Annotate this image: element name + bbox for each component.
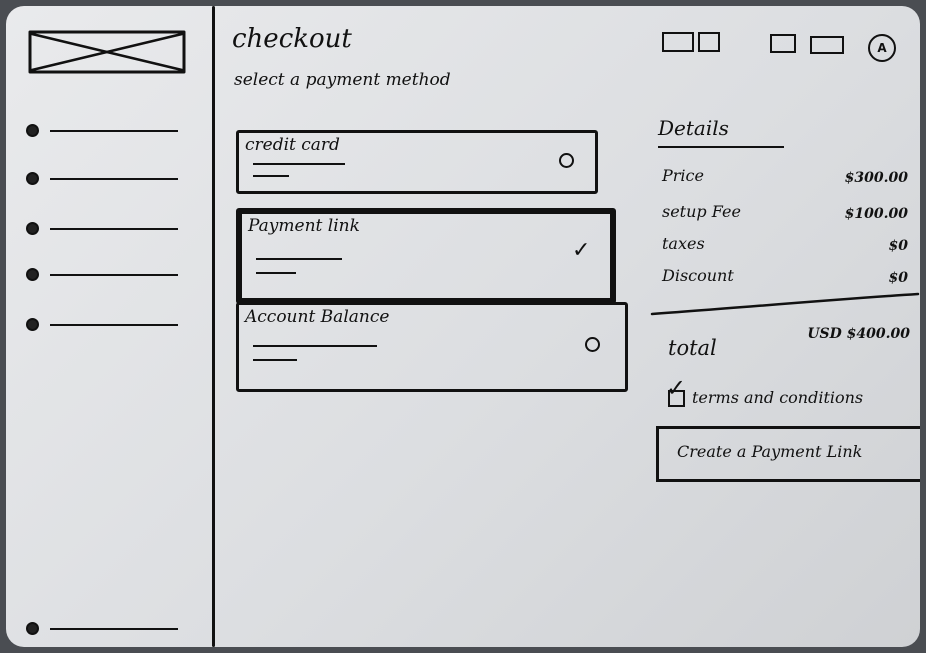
sidebar-divider bbox=[212, 6, 215, 647]
sidebar-item-label bbox=[50, 178, 178, 180]
payment-option-payment-link[interactable]: Payment link ✓ bbox=[236, 208, 616, 304]
create-payment-link-button[interactable]: Create a Payment Link bbox=[656, 426, 920, 482]
nav-dot-icon bbox=[26, 318, 39, 331]
sidebar-item-1[interactable] bbox=[26, 124, 186, 138]
radio-selected-check-icon[interactable]: ✓ bbox=[572, 238, 590, 263]
page-title: checkout bbox=[232, 24, 352, 54]
option-label: Payment link bbox=[248, 216, 360, 236]
option-underline bbox=[253, 359, 297, 361]
details-divider bbox=[650, 292, 920, 316]
sidebar-item-label bbox=[50, 228, 178, 230]
detail-label-taxes: taxes bbox=[662, 234, 705, 253]
option-underline bbox=[253, 163, 345, 165]
sidebar-item-bottom[interactable] bbox=[26, 622, 186, 636]
detail-value-price: $300.00 bbox=[844, 170, 908, 186]
whiteboard-sketch: checkout select a payment method A credi… bbox=[6, 6, 920, 647]
radio-unselected-icon[interactable] bbox=[559, 153, 574, 168]
option-underline bbox=[253, 175, 289, 177]
option-label: credit card bbox=[245, 135, 340, 155]
create-payment-link-label: Create a Payment Link bbox=[677, 442, 863, 461]
option-label: Account Balance bbox=[245, 307, 390, 327]
nav-dot-icon bbox=[26, 172, 39, 185]
sidebar-item-5[interactable] bbox=[26, 318, 186, 332]
total-value: USD $400.00 bbox=[807, 326, 910, 342]
payment-option-credit-card[interactable]: credit card bbox=[236, 130, 598, 194]
checkmark-icon: ✓ bbox=[666, 374, 687, 402]
details-title-underline bbox=[658, 146, 784, 148]
detail-label-setup-fee: setup Fee bbox=[662, 202, 741, 221]
sidebar-item-label bbox=[50, 324, 178, 326]
logo-placeholder bbox=[28, 30, 186, 74]
detail-value-taxes: $0 bbox=[888, 238, 908, 254]
flag-icon[interactable] bbox=[698, 32, 720, 52]
sidebar-item-3[interactable] bbox=[26, 222, 186, 236]
window-icon[interactable] bbox=[770, 34, 796, 53]
sidebar-item-2[interactable] bbox=[26, 172, 186, 186]
flag-icon[interactable] bbox=[662, 32, 694, 52]
detail-value-discount: $0 bbox=[888, 270, 908, 286]
sidebar-item-label bbox=[50, 274, 178, 276]
total-label: total bbox=[668, 336, 717, 360]
nav-dot-icon bbox=[26, 124, 39, 137]
option-underline bbox=[253, 345, 377, 347]
sidebar-item-4[interactable] bbox=[26, 268, 186, 282]
option-underline bbox=[256, 272, 296, 274]
sidebar-item-label bbox=[50, 628, 178, 630]
detail-label-discount: Discount bbox=[662, 266, 734, 285]
radio-unselected-icon[interactable] bbox=[585, 337, 600, 352]
sidebar-item-label bbox=[50, 130, 178, 132]
payment-option-account-balance[interactable]: Account Balance bbox=[236, 302, 628, 392]
detail-label-price: Price bbox=[662, 166, 704, 185]
option-underline bbox=[256, 258, 342, 260]
details-title: Details bbox=[658, 116, 729, 140]
page-subtitle: select a payment method bbox=[234, 70, 451, 90]
nav-dot-icon bbox=[26, 222, 39, 235]
avatar[interactable]: A bbox=[868, 34, 896, 62]
terms-label[interactable]: terms and conditions bbox=[692, 388, 863, 407]
nav-dot-icon bbox=[26, 268, 39, 281]
window-icon[interactable] bbox=[810, 36, 844, 54]
nav-dot-icon bbox=[26, 622, 39, 635]
detail-value-setup-fee: $100.00 bbox=[844, 206, 908, 222]
